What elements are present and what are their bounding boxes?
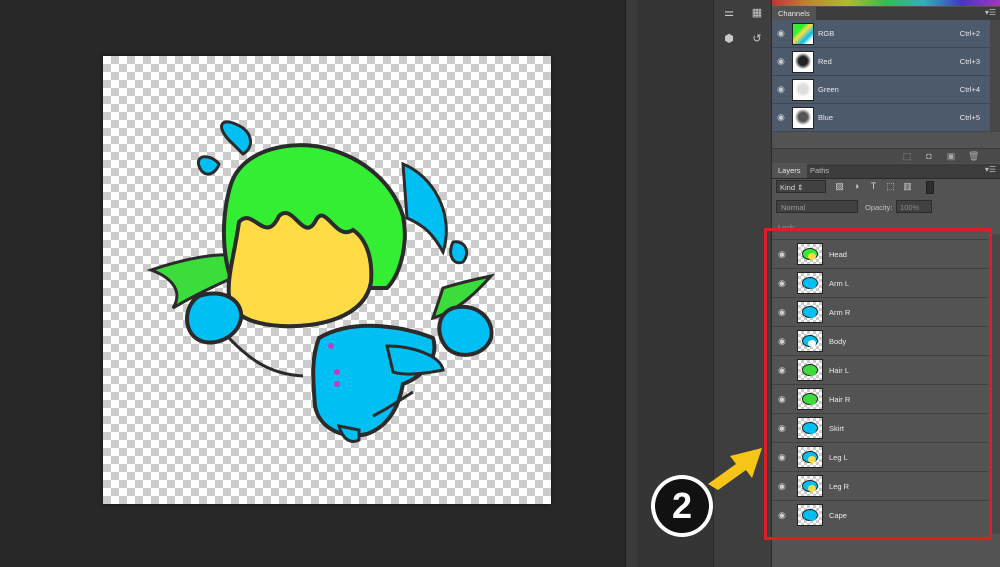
filter-kind-label: Kind: [780, 183, 796, 192]
history-icon[interactable]: ↺: [748, 30, 766, 46]
channel-row-rgb[interactable]: ◉ RGB Ctrl+2: [772, 20, 990, 48]
opacity-field[interactable]: 100%: [896, 200, 932, 213]
eye-icon[interactable]: ◉: [777, 84, 787, 94]
layers-tabbar: Layers Paths ▾☰: [772, 164, 1000, 179]
save-selection-icon[interactable]: ◘: [924, 151, 934, 161]
eye-icon[interactable]: ◉: [777, 56, 787, 66]
panel-menu-icon[interactable]: ▾☰: [985, 165, 996, 174]
opacity-value: 100%: [900, 203, 920, 212]
filter-smart-icon[interactable]: ▥: [902, 181, 913, 192]
blend-row: Normal Opacity: 100%: [772, 198, 1000, 216]
load-selection-icon[interactable]: ⬚: [902, 151, 912, 161]
filter-image-icon[interactable]: ▨: [834, 181, 845, 192]
canvas-area: [0, 0, 625, 567]
channel-thumbnail: [792, 107, 814, 129]
color-spectrum[interactable]: [772, 0, 1000, 6]
eye-icon[interactable]: ◉: [777, 28, 787, 38]
filter-type-icon[interactable]: T: [868, 181, 879, 192]
step-marker: 2: [651, 475, 713, 537]
filter-toggle[interactable]: [926, 181, 934, 194]
channel-thumbnail: [792, 23, 814, 45]
3d-cube-icon[interactable]: ⬢: [720, 30, 738, 46]
filter-shape-icon[interactable]: ⬚: [885, 181, 896, 192]
opacity-label: Opacity:: [865, 203, 893, 212]
blend-mode-select[interactable]: Normal: [776, 200, 858, 213]
channel-shortcut: Ctrl+2: [959, 29, 980, 38]
channel-row-green[interactable]: ◉ Green Ctrl+4: [772, 76, 990, 104]
filter-adjustment-icon[interactable]: ◑: [851, 181, 862, 192]
channel-shortcut: Ctrl+4: [959, 85, 980, 94]
panel-menu-icon[interactable]: ▾☰: [985, 8, 996, 17]
tab-paths[interactable]: Paths: [804, 164, 835, 178]
character-artwork: [146, 120, 496, 443]
filter-kind-select[interactable]: Kind ⇕: [776, 180, 826, 193]
new-channel-icon[interactable]: ▣: [946, 151, 956, 161]
properties-icon[interactable]: ▦: [748, 4, 766, 20]
highlight-box: [764, 228, 992, 540]
document-canvas[interactable]: [103, 56, 551, 504]
channel-name: Blue: [818, 113, 834, 122]
step-number: 2: [655, 479, 709, 533]
channel-row-blue[interactable]: ◉ Blue Ctrl+5: [772, 104, 990, 132]
channel-shortcut: Ctrl+3: [959, 57, 980, 66]
trash-icon[interactable]: 🗑: [968, 151, 979, 161]
channel-row-red[interactable]: ◉ Red Ctrl+3: [772, 48, 990, 76]
channels-footer: ⬚ ◘ ▣ 🗑: [772, 148, 1000, 163]
channel-shortcut: Ctrl+5: [959, 113, 980, 122]
channels-scrollbar[interactable]: [990, 20, 1000, 132]
adjustments-icon[interactable]: ⚌: [720, 4, 738, 20]
channel-thumbnail: [792, 79, 814, 101]
channel-thumbnail: [792, 51, 814, 73]
tab-layers[interactable]: Layers: [772, 164, 807, 178]
channel-name: Green: [818, 85, 839, 94]
tab-channels[interactable]: Channels: [772, 7, 816, 21]
pointer-arrow-icon: [708, 448, 762, 490]
layer-filter-row: Kind ⇕ ▨ ◑ T ⬚ ▥: [772, 178, 1000, 196]
channel-name: RGB: [818, 29, 835, 38]
eye-icon[interactable]: ◉: [777, 112, 787, 122]
channel-name: Red: [818, 57, 832, 66]
blend-mode-label: Normal: [781, 203, 806, 212]
